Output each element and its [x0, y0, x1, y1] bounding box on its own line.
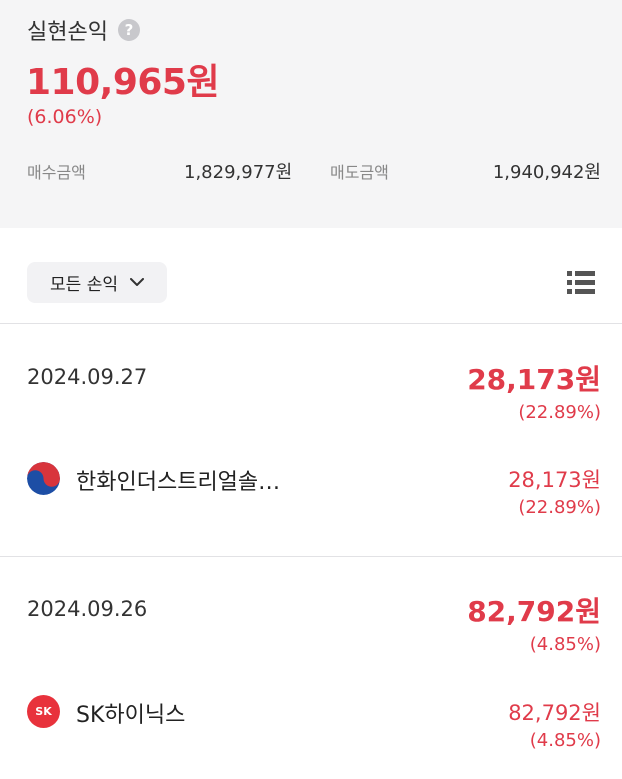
group-divider: [0, 556, 622, 557]
sk-logo-icon: SK: [27, 695, 60, 728]
filter-label: 모든 손익: [50, 275, 118, 295]
list-view-icon[interactable]: [566, 270, 596, 296]
chevron-down-icon: [129, 278, 144, 286]
group-amount: 28,173원: [467, 363, 601, 396]
group-rate: (22.89%): [518, 402, 601, 423]
group-date: 2024.09.26: [27, 597, 148, 621]
sell-amount-value: 1,940,942원: [492, 162, 601, 183]
group-amount: 82,792원: [467, 595, 601, 628]
stock-rate: (22.89%): [518, 497, 601, 518]
stock-amount: 28,173원: [508, 468, 601, 492]
buy-amount-value: 1,829,977원: [184, 162, 293, 183]
group-date: 2024.09.27: [27, 365, 148, 389]
sell-amount-label: 매도금액: [330, 163, 389, 182]
group-rate: (4.85%): [529, 634, 601, 655]
stock-rate: (4.85%): [529, 730, 601, 751]
toolbar-divider: [0, 323, 622, 324]
korea-flag-icon: [27, 462, 60, 495]
buy-amount-label: 매수금액: [27, 163, 86, 182]
help-icon[interactable]: ?: [117, 19, 140, 41]
summary-title: 실현손익: [27, 20, 108, 45]
realized-profit-summary: 실현손익 ? 110,965원 (6.06%) 매수금액 1,829,977원 …: [0, 0, 622, 228]
stock-name: SK하이닉스: [76, 703, 186, 728]
stock-name: 한화인더스트리얼솔…: [76, 470, 281, 495]
stock-amount: 82,792원: [508, 701, 601, 725]
profit-filter-dropdown[interactable]: 모든 손익: [27, 262, 167, 303]
total-profit-amount: 110,965원: [26, 62, 220, 103]
summary-title-row: 실현손익 ?: [27, 14, 140, 46]
total-profit-rate: (6.06%): [27, 106, 103, 128]
filter-toolbar: 모든 손익: [0, 228, 622, 324]
